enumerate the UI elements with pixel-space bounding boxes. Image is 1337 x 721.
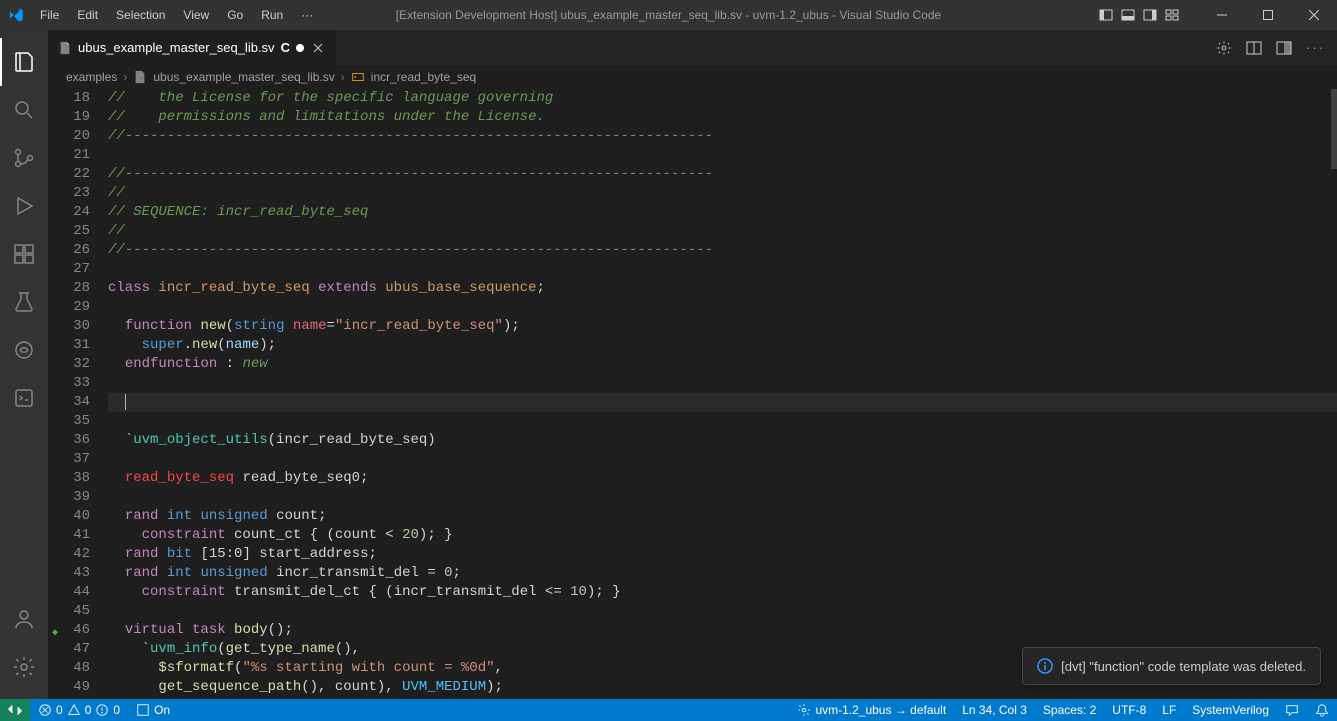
status-cursor[interactable]: Ln 34, Col 3 <box>954 703 1035 717</box>
main-area: ubus_example_master_seq_lib.sv C ··· exa… <box>0 30 1337 699</box>
activity-explorer[interactable] <box>0 38 48 86</box>
tab-lang-badge: C <box>281 40 290 55</box>
menu-file[interactable]: File <box>32 4 67 26</box>
tab-close-button[interactable] <box>310 40 326 56</box>
tab-actions: ··· <box>1216 30 1337 65</box>
status-branch[interactable]: uvm-1.2_ubus → default <box>789 703 954 717</box>
activity-custom-2[interactable] <box>0 374 48 422</box>
symbol-class-icon <box>351 70 365 84</box>
file-icon <box>133 70 147 84</box>
tab-bar: ubus_example_master_seq_lib.sv C ··· <box>48 30 1337 65</box>
activity-source-control[interactable] <box>0 134 48 182</box>
breadcrumb-item[interactable]: incr_read_byte_seq <box>371 70 476 84</box>
window-controls <box>1199 0 1337 30</box>
menu-selection[interactable]: Selection <box>108 4 173 26</box>
activity-bottom <box>0 595 48 691</box>
status-branch-label: uvm-1.2_ubus → default <box>815 703 946 717</box>
chevron-right-icon: › <box>123 70 127 84</box>
titlebar-right <box>1099 0 1337 30</box>
menu-run[interactable]: Run <box>253 4 291 26</box>
layout-icons <box>1099 8 1199 22</box>
layout-panel-bottom-icon[interactable] <box>1121 8 1135 22</box>
status-on-label: On <box>154 703 170 717</box>
layout-panel-left-icon[interactable] <box>1099 8 1113 22</box>
gutter: 1819202122232425262728293031323334353637… <box>48 89 108 699</box>
status-bell-icon[interactable] <box>1307 703 1337 717</box>
activity-extensions[interactable] <box>0 230 48 278</box>
breadcrumb-item[interactable]: ubus_example_master_seq_lib.sv <box>153 70 334 84</box>
editor[interactable]: 1819202122232425262728293031323334353637… <box>48 89 1337 699</box>
editor-region: ubus_example_master_seq_lib.sv C ··· exa… <box>48 30 1337 699</box>
activity-custom-1[interactable] <box>0 326 48 374</box>
file-icon <box>58 41 72 55</box>
info-icon <box>1037 658 1053 674</box>
tab-filename: ubus_example_master_seq_lib.sv <box>78 40 275 55</box>
remote-indicator[interactable] <box>0 699 30 721</box>
breadcrumbs[interactable]: examples › ubus_example_master_seq_lib.s… <box>48 65 1337 89</box>
status-on[interactable]: On <box>128 699 178 721</box>
window-title: [Extension Development Host] ubus_exampl… <box>396 8 941 22</box>
tab-file[interactable]: ubus_example_master_seq_lib.sv C <box>48 30 337 65</box>
status-language[interactable]: SystemVerilog <box>1184 703 1277 717</box>
activity-bar <box>0 30 48 699</box>
activity-testing[interactable] <box>0 278 48 326</box>
toast-text: [dvt] "function" code template was delet… <box>1061 659 1306 674</box>
editor-action-split2-icon[interactable] <box>1276 40 1292 56</box>
menu-edit[interactable]: Edit <box>69 4 106 26</box>
menu-view[interactable]: View <box>175 4 217 26</box>
editor-action-split-icon[interactable] <box>1246 40 1262 56</box>
status-feedback-icon[interactable] <box>1277 703 1307 717</box>
code-area[interactable]: // the License for the specific language… <box>108 89 1337 699</box>
menu-go[interactable]: Go <box>219 4 251 26</box>
titlebar-left: File Edit Selection View Go Run ··· <box>0 4 321 26</box>
vscode-logo-icon <box>8 7 24 23</box>
notification-toast[interactable]: [dvt] "function" code template was delet… <box>1022 647 1321 685</box>
status-warnings-count: 0 <box>85 703 92 717</box>
activity-settings[interactable] <box>0 643 48 691</box>
tab-dirty-indicator <box>296 44 304 52</box>
status-errors-count: 0 <box>56 703 63 717</box>
activity-accounts[interactable] <box>0 595 48 643</box>
editor-action-gear-icon[interactable] <box>1216 40 1232 56</box>
activity-search[interactable] <box>0 86 48 134</box>
status-problems[interactable]: 0 0 0 <box>30 699 128 721</box>
maximize-button[interactable] <box>1245 0 1291 30</box>
titlebar: File Edit Selection View Go Run ··· [Ext… <box>0 0 1337 30</box>
statusbar: 0 0 0 On uvm-1.2_ubus → default Ln 34, C… <box>0 699 1337 721</box>
layout-panel-right-icon[interactable] <box>1143 8 1157 22</box>
layout-customize-icon[interactable] <box>1165 8 1179 22</box>
close-button[interactable] <box>1291 0 1337 30</box>
statusbar-right: uvm-1.2_ubus → default Ln 34, Col 3 Spac… <box>789 703 1337 717</box>
chevron-right-icon: › <box>341 70 345 84</box>
status-infos-count: 0 <box>113 703 120 717</box>
minimize-button[interactable] <box>1199 0 1245 30</box>
status-spaces[interactable]: Spaces: 2 <box>1035 703 1104 717</box>
editor-action-more-icon[interactable]: ··· <box>1306 40 1325 55</box>
status-encoding[interactable]: UTF-8 <box>1104 703 1154 717</box>
breadcrumb-item[interactable]: examples <box>66 70 117 84</box>
menu-more[interactable]: ··· <box>293 4 321 26</box>
minimap-slider[interactable] <box>1331 89 1337 169</box>
activity-run-debug[interactable] <box>0 182 48 230</box>
status-eol[interactable]: LF <box>1154 703 1184 717</box>
minimap[interactable] <box>1331 89 1337 699</box>
